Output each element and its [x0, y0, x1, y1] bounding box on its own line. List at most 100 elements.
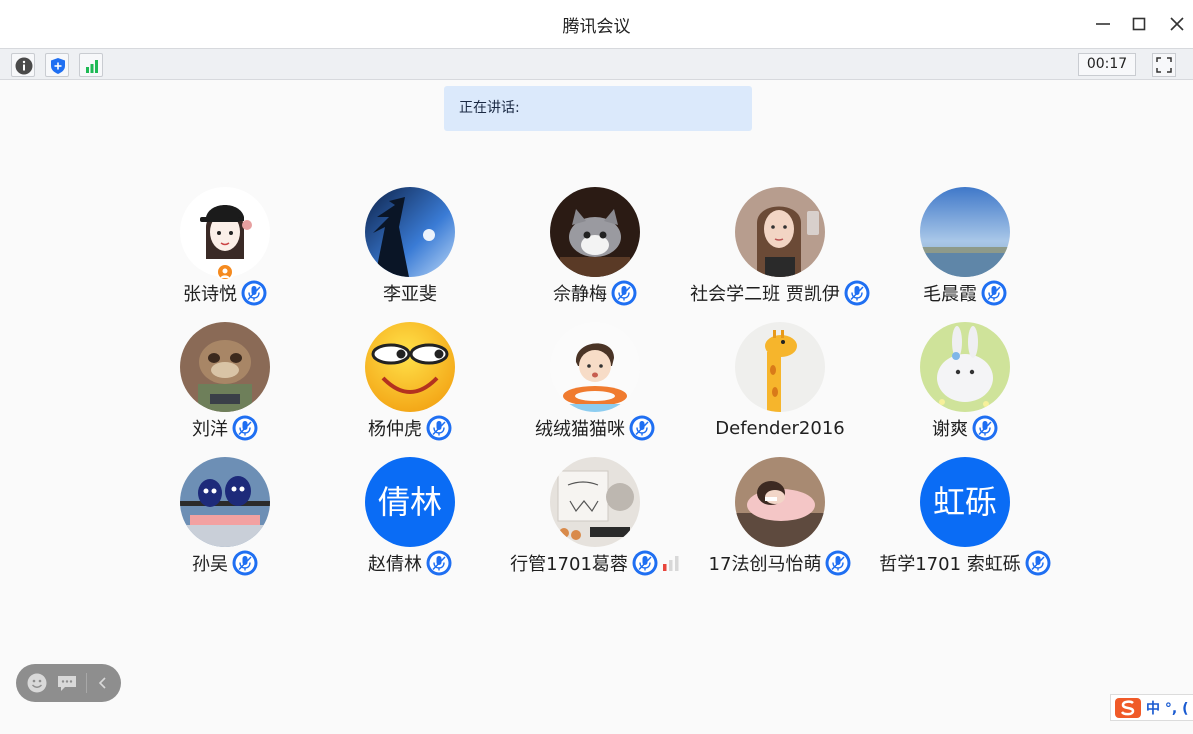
avatar	[920, 322, 1010, 412]
mic-muted-icon	[241, 280, 267, 306]
participant-name: Defender2016	[715, 417, 845, 439]
mic-muted-icon	[632, 550, 658, 576]
participant-name: 杨仲虎	[368, 419, 422, 440]
participant-name-row: 刘洋	[135, 414, 315, 442]
participant-name-row: 毛晨霞	[875, 279, 1055, 307]
participant-name: 毛晨霞	[923, 284, 977, 305]
avatar	[550, 187, 640, 277]
sogou-ime-logo-icon	[1115, 698, 1141, 718]
meeting-toolbar: 00:17	[0, 48, 1193, 80]
participant-tile[interactable]: 杨仲虎	[320, 322, 500, 442]
minimize-icon	[1096, 23, 1110, 25]
avatar: 虹砾	[920, 457, 1010, 547]
signal-bars-icon	[86, 60, 98, 73]
participant-name: 赵倩林	[368, 554, 422, 575]
chat-message-icon[interactable]	[56, 672, 78, 694]
mic-muted-icon	[629, 415, 655, 441]
mic-muted-icon	[981, 280, 1007, 306]
network-status-button[interactable]	[79, 53, 103, 77]
avatar	[180, 322, 270, 412]
participant-tile[interactable]: Defender2016	[690, 322, 870, 442]
participant-tile[interactable]: 刘洋	[135, 322, 315, 442]
avatar	[365, 322, 455, 412]
participant-name-row: 社会学二班 贾凯伊	[690, 279, 870, 307]
avatar-initials: 倩林	[377, 483, 442, 521]
participant-name-row: 赵倩林	[320, 549, 500, 577]
fullscreen-icon	[1156, 57, 1172, 73]
participant-name: 李亚斐	[383, 284, 437, 305]
speaking-indicator: 正在讲话:	[444, 86, 752, 131]
participant-name-row: 杨仲虎	[320, 414, 500, 442]
fullscreen-button[interactable]	[1152, 53, 1176, 77]
participant-name-row: Defender2016	[690, 414, 870, 442]
emoji-reaction-icon[interactable]	[26, 672, 48, 694]
avatar	[550, 322, 640, 412]
shield-icon	[51, 58, 65, 74]
avatar	[735, 457, 825, 547]
mic-muted-icon	[844, 280, 870, 306]
avatar	[180, 457, 270, 547]
chevron-left-icon[interactable]	[92, 672, 114, 694]
avatar	[735, 322, 825, 412]
meeting-timer: 00:17	[1078, 53, 1136, 76]
avatar: 倩林	[365, 457, 455, 547]
mic-muted-icon	[611, 280, 637, 306]
avatar-initials: 虹砾	[932, 483, 997, 521]
mic-muted-icon	[972, 415, 998, 441]
title-bar: 腾讯会议	[0, 0, 1193, 48]
mic-muted-icon	[232, 550, 258, 576]
participant-tile[interactable]: 毛晨霞	[875, 187, 1055, 307]
participant-name: 张诗悦	[183, 284, 237, 305]
participant-name-row: 绒绒猫猫咪	[505, 414, 685, 442]
participant-tile[interactable]: 虹砾 哲学1701 索虹砾	[875, 457, 1055, 577]
participant-tile[interactable]: 绒绒猫猫咪	[505, 322, 685, 442]
participant-name-row: 谢爽	[875, 414, 1055, 442]
participant-name: 孙吴	[192, 554, 228, 575]
mic-muted-icon	[825, 550, 851, 576]
avatar	[735, 187, 825, 277]
participant-name: 17法创马怡萌	[708, 554, 822, 575]
participant-tile[interactable]: 17法创马怡萌	[690, 457, 870, 577]
mic-muted-icon	[426, 550, 452, 576]
participant-name: 哲学1701 索虹砾	[879, 554, 1021, 575]
participant-tile[interactable]: 李亚斐	[320, 187, 500, 307]
avatar	[920, 187, 1010, 277]
mic-muted-icon	[1025, 550, 1051, 576]
participant-tile[interactable]: 谢爽	[875, 322, 1055, 442]
participant-tile[interactable]: 张诗悦	[135, 187, 315, 307]
maximize-icon	[1132, 17, 1146, 31]
participant-name: 佘静梅	[553, 284, 607, 305]
participant-name-row: 佘静梅	[505, 279, 685, 307]
participant-name: 谢爽	[932, 419, 968, 440]
participant-name: 行管1701葛蓉	[510, 554, 628, 575]
chat-toolbar	[16, 664, 121, 702]
participant-tile[interactable]: 行管1701葛蓉	[505, 457, 685, 577]
security-button[interactable]	[45, 53, 69, 77]
mic-muted-icon	[426, 415, 452, 441]
participant-tile[interactable]: 社会学二班 贾凯伊	[690, 187, 870, 307]
maximize-button[interactable]	[1127, 12, 1151, 36]
ime-mode-label: 中 °, (	[1146, 701, 1189, 717]
avatar	[550, 457, 640, 547]
meeting-info-button[interactable]	[11, 53, 35, 77]
participant-tile[interactable]: 佘静梅	[505, 187, 685, 307]
close-button[interactable]	[1165, 12, 1189, 36]
participant-name-row: 孙吴	[135, 549, 315, 577]
close-icon	[1170, 17, 1184, 31]
participant-name: 绒绒猫猫咪	[535, 419, 625, 440]
participant-name-row: 哲学1701 索虹砾	[875, 549, 1055, 577]
participant-name-row: 17法创马怡萌	[690, 549, 870, 577]
chat-toolbar-divider	[86, 673, 87, 693]
participant-name-row: 李亚斐	[320, 279, 500, 307]
weak-signal-icon	[662, 556, 679, 571]
participant-name: 刘洋	[192, 419, 228, 440]
participant-tile[interactable]: 孙吴	[135, 457, 315, 577]
ime-indicator[interactable]: 中 °, (	[1110, 694, 1193, 721]
avatar	[365, 187, 455, 277]
info-icon	[15, 57, 33, 75]
mic-muted-icon	[232, 415, 258, 441]
participant-name: 社会学二班 贾凯伊	[690, 284, 840, 305]
participant-tile[interactable]: 倩林 赵倩林	[320, 457, 500, 577]
window-title: 腾讯会议	[562, 17, 631, 37]
minimize-button[interactable]	[1091, 12, 1115, 36]
